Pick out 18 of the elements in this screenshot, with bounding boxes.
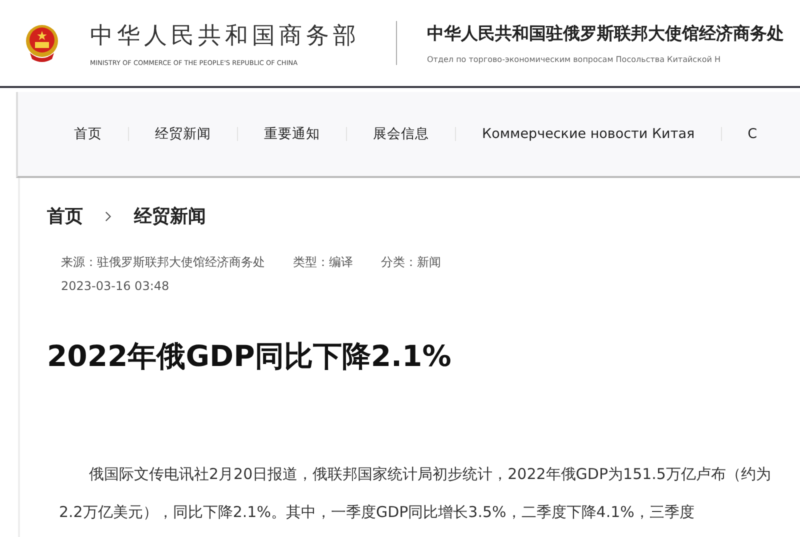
- category-label: 分类：新闻: [381, 254, 441, 271]
- nav-link[interactable]: С: [748, 126, 758, 142]
- article-title: 2022年俄GDP同比下降2.1%: [47, 338, 452, 375]
- publish-date: 2023-03-16 03:48: [60, 279, 170, 293]
- nav-link[interactable]: 重要通知: [264, 125, 320, 143]
- office-name-russian: Отдел по торгово-экономическим вопросам Посольства Китайской Н: [427, 55, 722, 64]
- article-paragraph: 俄国际文传电讯社2月20日报道，俄联邦国家统计局初步统计，2022年俄GDP为151.5万亿卢布（约为2.2万亿美元），同比下降2.1%。其中，一季度GDP同比增长3.5%，二季度下降4.1%，三季度: [59, 464, 771, 523]
- office-name: 中华人民共和国驻俄罗斯联邦大使馆经济商务处: [427, 23, 784, 45]
- type-label: 类型：编译: [293, 254, 353, 271]
- chevron-right-icon: [105, 210, 112, 222]
- source-label: 来源：驻俄罗斯联邦大使馆经济商务处: [61, 254, 265, 271]
- nav-link[interactable]: 展会信息: [373, 125, 429, 143]
- ministry-name: 中华人民共和国商务部: [90, 22, 360, 50]
- nav-link[interactable]: Коммерческие новости Китая: [482, 126, 695, 142]
- breadcrumb-link[interactable]: 经贸新闻: [134, 204, 206, 228]
- nav-link[interactable]: 经贸新闻: [155, 125, 211, 143]
- breadcrumb-link[interactable]: 首页: [47, 204, 83, 228]
- nav-link[interactable]: 首页: [74, 125, 102, 143]
